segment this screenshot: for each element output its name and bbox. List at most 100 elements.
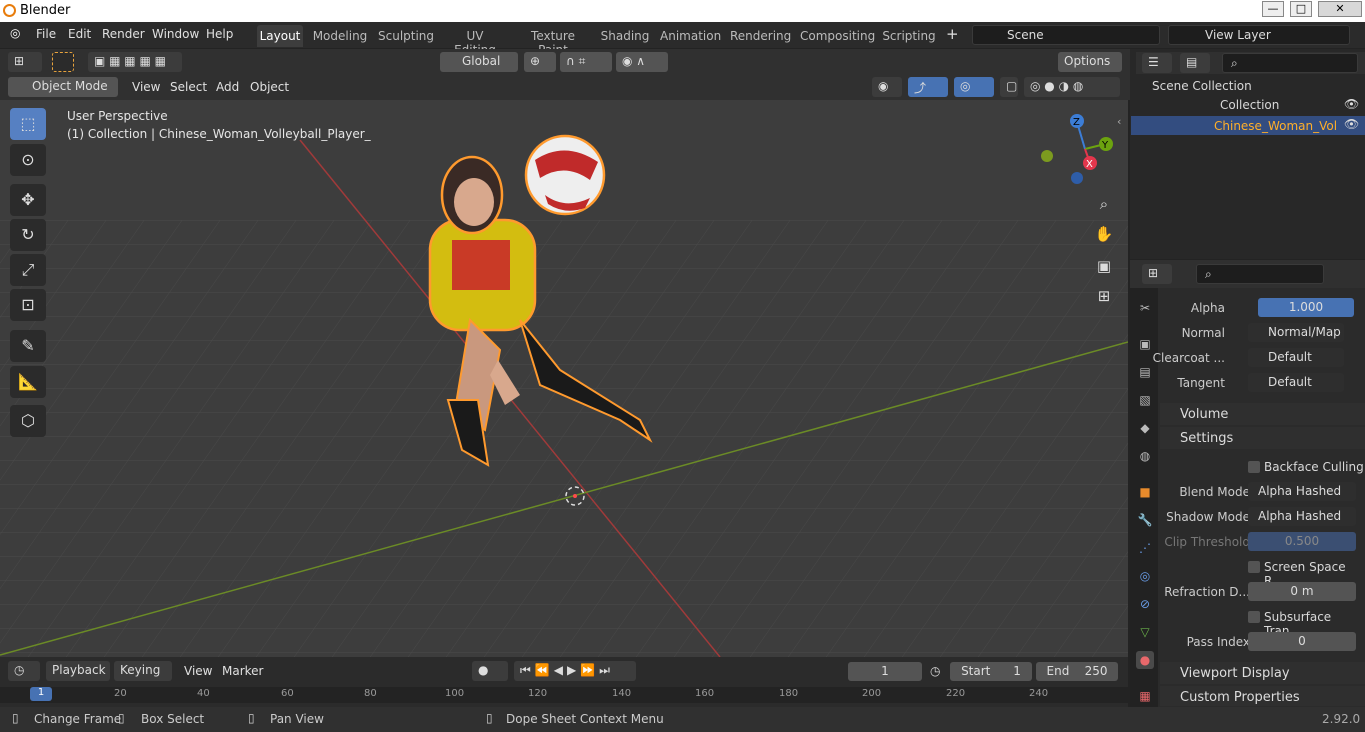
add-cube-tool-icon[interactable]: ⬡ bbox=[10, 405, 46, 437]
editor-type-icon[interactable]: ⊞ bbox=[8, 52, 42, 72]
scene-selector[interactable]: Scene bbox=[972, 25, 1160, 45]
mode-dropdown[interactable]: Object Mode bbox=[8, 77, 118, 97]
shadow-mode-dropdown[interactable]: Alpha Hashed bbox=[1248, 507, 1356, 526]
pass-index-field[interactable]: 0 bbox=[1248, 632, 1356, 651]
ssr-checkbox[interactable] bbox=[1248, 561, 1260, 573]
menu-add[interactable]: Add bbox=[216, 80, 239, 94]
tab-scripting[interactable]: Scripting bbox=[882, 25, 936, 47]
marker-menu[interactable]: Marker bbox=[222, 664, 263, 678]
maximize-button[interactable]: □ bbox=[1290, 1, 1312, 17]
scene-tab-icon[interactable]: ◆ bbox=[1136, 419, 1154, 437]
clip-threshold-field[interactable]: 0.500 bbox=[1248, 532, 1356, 551]
select-tool-icon[interactable] bbox=[52, 52, 74, 72]
overlay-toggle-icon[interactable]: ◎ bbox=[954, 77, 994, 97]
tab-texture-paint[interactable]: Texture Paint bbox=[516, 25, 590, 57]
physics-tab-icon[interactable]: ◎ bbox=[1136, 567, 1154, 585]
refraction-field[interactable]: 0 m bbox=[1248, 582, 1356, 601]
visibility-eye-icon[interactable]: 👁 bbox=[1344, 97, 1359, 111]
visibility-icon[interactable]: ◉ bbox=[872, 77, 902, 97]
properties-search-input[interactable]: ⌕ bbox=[1196, 264, 1324, 284]
playback-controls[interactable]: ⏮⏪◀▶⏩⏭ bbox=[514, 661, 636, 681]
tangent-field[interactable]: Default bbox=[1248, 373, 1344, 392]
display-mode-icon[interactable]: ▤ bbox=[1180, 53, 1210, 73]
scale-tool-icon[interactable]: ⤢ bbox=[10, 254, 46, 286]
volume-section[interactable]: Volume bbox=[1160, 403, 1365, 425]
object-eye-icon[interactable]: 👁 bbox=[1344, 117, 1359, 131]
texture-tab-icon[interactable]: ▦ bbox=[1136, 687, 1154, 705]
add-workspace-icon[interactable]: + bbox=[946, 25, 959, 43]
navigation-gizmo[interactable]: Z Y X bbox=[1040, 114, 1120, 194]
gizmo-toggle-icon[interactable]: ⤴ bbox=[908, 77, 948, 97]
measure-tool-icon[interactable]: 📐 bbox=[10, 366, 46, 398]
tab-uv-editing[interactable]: UV Editing bbox=[444, 25, 506, 57]
constraints-tab-icon[interactable]: ⊘ bbox=[1136, 595, 1154, 613]
end-frame-field[interactable]: End 250 bbox=[1036, 662, 1118, 681]
object-tab-icon[interactable]: ■ bbox=[1136, 483, 1154, 501]
annotate-tool-icon[interactable]: ✎ bbox=[10, 330, 46, 362]
transform-tool-icon[interactable]: ⊡ bbox=[10, 289, 46, 321]
properties-editor-icon[interactable]: ⊞ bbox=[1142, 264, 1172, 284]
outliner-item-collection[interactable]: Collection bbox=[1220, 98, 1279, 112]
pivot-icon[interactable]: ⊕ bbox=[524, 52, 556, 72]
frame-cursor[interactable]: 1 bbox=[30, 687, 52, 701]
alpha-field[interactable]: 1.000 bbox=[1258, 298, 1354, 317]
proportional-edit-icon[interactable]: ◉ ∧ bbox=[616, 52, 668, 72]
custom-properties-section[interactable]: Custom Properties bbox=[1160, 686, 1365, 706]
blender-menu-icon[interactable]: ◎ bbox=[10, 26, 20, 40]
world-tab-icon[interactable]: ◍ bbox=[1136, 447, 1154, 465]
tab-compositing[interactable]: Compositing bbox=[800, 25, 875, 47]
particles-tab-icon[interactable]: ⋰ bbox=[1136, 539, 1154, 557]
shading-modes-icon[interactable]: ◎ ● ◑ ◍ bbox=[1024, 77, 1120, 97]
timeline-view-menu[interactable]: View bbox=[184, 664, 212, 678]
menu-window[interactable]: Window bbox=[152, 27, 199, 41]
menu-select[interactable]: Select bbox=[170, 80, 207, 94]
tab-layout[interactable]: Layout bbox=[257, 25, 303, 47]
timeline-editor-icon[interactable]: ◷ bbox=[8, 661, 40, 681]
tool-tab-icon[interactable]: ✂ bbox=[1136, 299, 1154, 317]
render-tab-icon[interactable]: ▣ bbox=[1136, 335, 1154, 353]
outliner-item-scene-collection[interactable]: Scene Collection bbox=[1152, 79, 1252, 93]
options-dropdown[interactable]: Options bbox=[1058, 52, 1122, 72]
rotate-tool-icon[interactable]: ↻ bbox=[10, 219, 46, 251]
settings-section[interactable]: Settings bbox=[1160, 427, 1365, 449]
outliner-item-object[interactable]: Chinese_Woman_Vol bbox=[1214, 119, 1337, 133]
viewport-display-section[interactable]: Viewport Display bbox=[1160, 662, 1365, 684]
menu-object[interactable]: Object bbox=[250, 80, 289, 94]
clearcoat-field[interactable]: Default bbox=[1248, 348, 1344, 367]
tab-animation[interactable]: Animation bbox=[660, 25, 721, 47]
menu-view[interactable]: View bbox=[132, 80, 160, 94]
menu-help[interactable]: Help bbox=[206, 27, 233, 41]
close-button[interactable]: ✕ bbox=[1318, 1, 1362, 17]
keying-menu[interactable]: Keying bbox=[114, 661, 172, 681]
current-frame-field[interactable]: 1 bbox=[848, 662, 922, 681]
menu-file[interactable]: File bbox=[36, 27, 56, 41]
xray-icon[interactable]: ▢ bbox=[1000, 77, 1018, 97]
outliner-editor-icon[interactable]: ☰ bbox=[1142, 53, 1172, 73]
subsurface-checkbox[interactable] bbox=[1248, 611, 1260, 623]
sidebar-toggle-icon[interactable]: ‹ bbox=[1117, 115, 1121, 128]
material-tab-icon[interactable]: ● bbox=[1136, 651, 1154, 669]
zoom-icon[interactable]: ⌕ bbox=[1092, 192, 1116, 216]
timeline-ruler[interactable]: 1 20 40 60 80 100 120 140 160 180 200 22… bbox=[0, 687, 1128, 703]
tab-rendering[interactable]: Rendering bbox=[730, 25, 791, 47]
auto-key-icon[interactable]: ● bbox=[472, 661, 508, 681]
output-tab-icon[interactable]: ▤ bbox=[1136, 363, 1154, 381]
perspective-grid-icon[interactable]: ⊞ bbox=[1092, 284, 1116, 308]
data-tab-icon[interactable]: ▽ bbox=[1136, 623, 1154, 641]
view-layer-selector[interactable]: View Layer bbox=[1168, 25, 1350, 45]
camera-icon[interactable]: ▣ bbox=[1092, 254, 1116, 278]
tab-shading[interactable]: Shading bbox=[600, 25, 650, 47]
view-layer-tab-icon[interactable]: ▧ bbox=[1136, 391, 1154, 409]
normal-field[interactable]: Normal/Map bbox=[1248, 323, 1344, 342]
3d-viewport[interactable]: User Perspective (1) Collection | Chines… bbox=[0, 100, 1128, 657]
selection-mode-buttons[interactable]: ▣ ▦ ▦ ▦ ▦ bbox=[88, 52, 182, 72]
modifier-tab-icon[interactable]: 🔧 bbox=[1136, 511, 1154, 529]
playback-menu[interactable]: Playback bbox=[46, 661, 110, 681]
minimize-button[interactable]: — bbox=[1262, 1, 1284, 17]
menu-edit[interactable]: Edit bbox=[68, 27, 91, 41]
start-frame-field[interactable]: Start 1 bbox=[950, 662, 1032, 681]
tab-sculpting[interactable]: Sculpting bbox=[378, 25, 434, 47]
blend-mode-dropdown[interactable]: Alpha Hashed bbox=[1248, 482, 1356, 501]
orientation-dropdown[interactable]: Global bbox=[440, 52, 518, 72]
pan-hand-icon[interactable]: ✋ bbox=[1092, 222, 1116, 246]
